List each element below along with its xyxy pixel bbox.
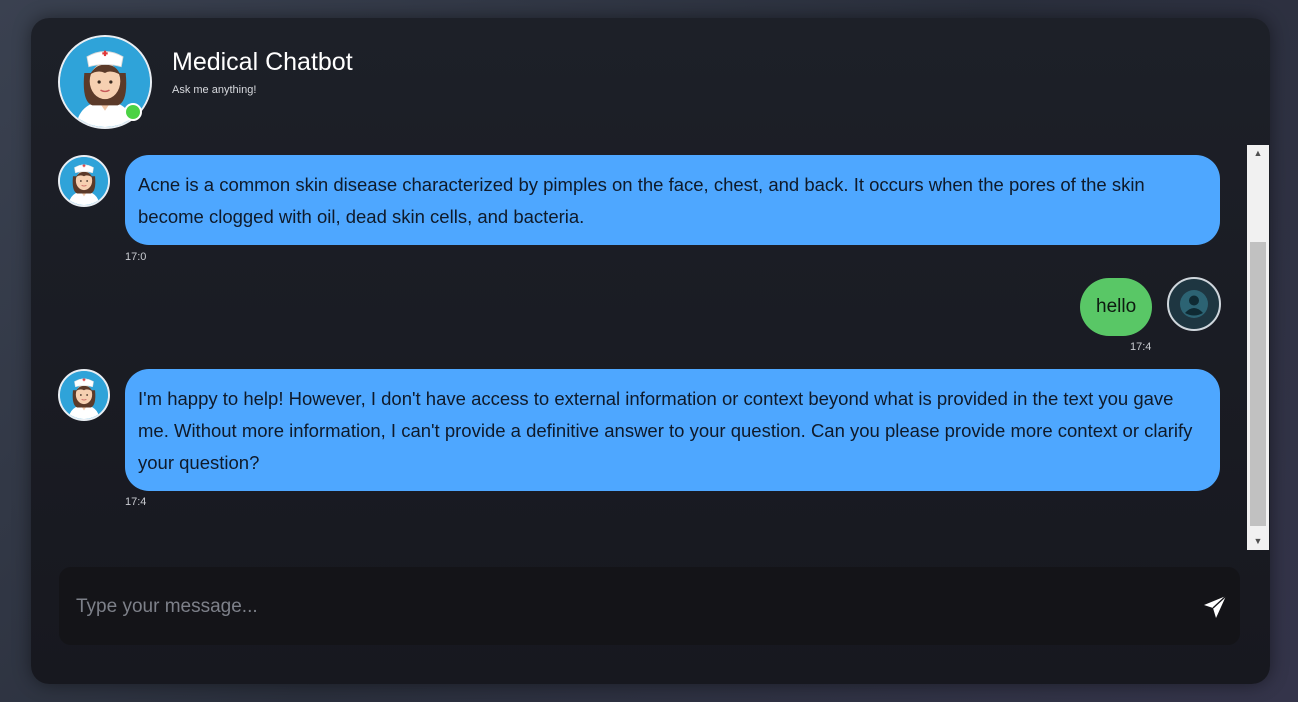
message-timestamp: 17:4: [125, 496, 147, 508]
chat-header: Medical Chatbot Ask me anything!: [31, 18, 1270, 143]
bot-avatar-icon: [58, 369, 110, 421]
message-text: Acne is a common skin disease characteri…: [138, 174, 1145, 227]
message-input-bar: [59, 567, 1240, 645]
send-button[interactable]: [1202, 594, 1228, 620]
user-message-bubble: hello: [1080, 278, 1153, 336]
message-input[interactable]: [74, 591, 1178, 623]
bot-avatar-icon: [58, 155, 110, 207]
user-avatar-icon: [1167, 277, 1221, 331]
bot-message-bubble: I'm happy to help! However, I don't have…: [125, 369, 1220, 491]
message-scrollbar[interactable]: ▲ ▼: [1247, 145, 1269, 550]
send-icon: [1204, 595, 1227, 618]
message-text: hello: [1096, 296, 1137, 317]
message-timestamp: 17:0: [125, 251, 147, 263]
scrollbar-thumb[interactable]: [1250, 242, 1266, 526]
message-timestamp: 17:4: [1130, 341, 1152, 353]
scroll-down-arrow-icon[interactable]: ▼: [1247, 533, 1269, 550]
bot-message-bubble: Acne is a common skin disease characteri…: [125, 155, 1220, 245]
page-subtitle: Ask me anything!: [172, 84, 257, 96]
message-text: I'm happy to help! However, I don't have…: [138, 388, 1193, 473]
scroll-up-arrow-icon[interactable]: ▲: [1247, 145, 1269, 162]
online-status-icon: [124, 103, 142, 121]
message-list[interactable]: Acne is a common skin disease characteri…: [31, 145, 1249, 550]
chat-window: Medical Chatbot Ask me anything! Acne is…: [31, 18, 1270, 684]
page-title: Medical Chatbot: [172, 48, 353, 76]
